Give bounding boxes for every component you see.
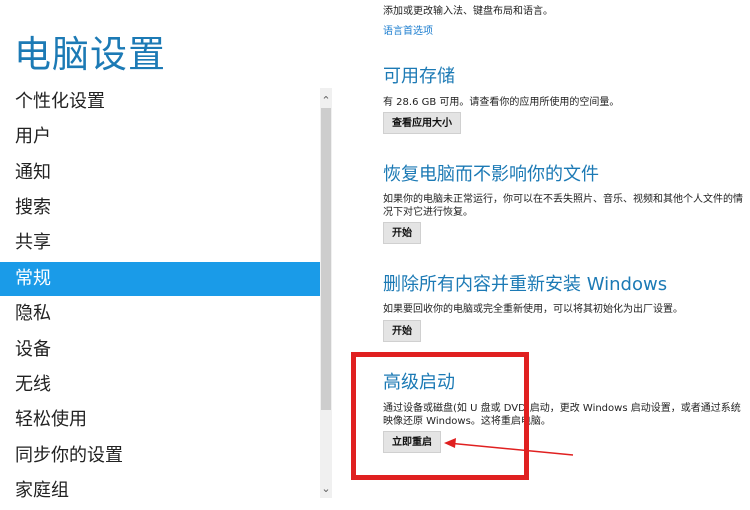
- storage-heading: 可用存储: [383, 66, 455, 87]
- scrollbar-thumb[interactable]: [321, 108, 331, 410]
- reset-heading: 删除所有内容并重新安装 Windows: [383, 274, 668, 295]
- sidebar-item-privacy[interactable]: 隐私: [0, 297, 320, 331]
- sidebar-item-sync[interactable]: 同步你的设置: [0, 439, 320, 473]
- sidebar-item-notifications[interactable]: 通知: [0, 156, 320, 190]
- language-preferences-link[interactable]: 语言首选项: [383, 22, 433, 37]
- refresh-start-button[interactable]: 开始: [383, 222, 421, 244]
- refresh-heading: 恢复电脑而不影响你的文件: [383, 164, 599, 185]
- sidebar: 电脑设置 个性化设置 用户 通知 搜索 共享 常规 隐私 设备 无线 轻松使用 …: [0, 0, 332, 510]
- highlight-annotation: [351, 352, 529, 480]
- language-description: 添加或更改输入法、键盘布局和语言。: [383, 6, 553, 17]
- sidebar-item-general[interactable]: 常规: [0, 262, 320, 296]
- sidebar-item-wireless[interactable]: 无线: [0, 368, 320, 402]
- chevron-up-icon[interactable]: ⌃: [320, 94, 332, 108]
- sidebar-item-homegroup[interactable]: 家庭组: [0, 474, 320, 508]
- reset-start-button[interactable]: 开始: [383, 320, 421, 342]
- view-app-sizes-button[interactable]: 查看应用大小: [383, 112, 461, 134]
- refresh-description: 如果你的电脑未正常运行，你可以在不丢失照片、音乐、视频和其他个人文件的情况下对它…: [383, 194, 743, 218]
- chevron-down-icon[interactable]: ⌄: [320, 482, 332, 496]
- sidebar-item-devices[interactable]: 设备: [0, 333, 320, 367]
- page-title: 电脑设置: [14, 33, 166, 76]
- storage-description: 有 28.6 GB 可用。请查看你的应用所使用的空间量。: [383, 97, 620, 108]
- sidebar-item-search[interactable]: 搜索: [0, 191, 320, 225]
- sidebar-item-ease-of-access[interactable]: 轻松使用: [0, 403, 320, 437]
- sidebar-item-share[interactable]: 共享: [0, 226, 320, 260]
- sidebar-item-personalize[interactable]: 个性化设置: [0, 85, 320, 119]
- reset-description: 如果要回收你的电脑或完全重新使用，可以将其初始化为出厂设置。: [383, 304, 683, 315]
- sidebar-item-users[interactable]: 用户: [0, 120, 320, 154]
